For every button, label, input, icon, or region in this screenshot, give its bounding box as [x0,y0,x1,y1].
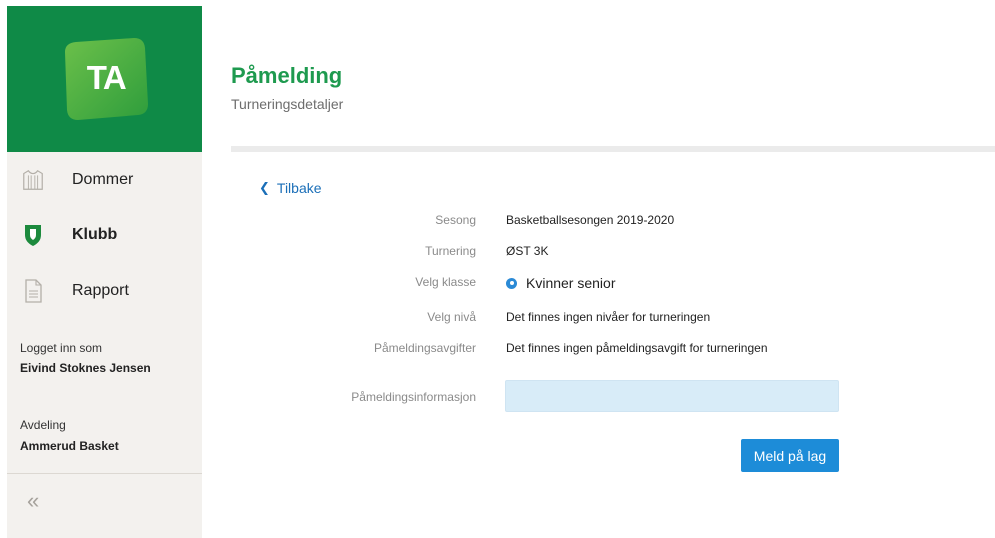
logo-text: TA [86,59,127,96]
sidebar-item-dommer[interactable]: Dommer [7,160,202,200]
department-label: Avdeling [20,418,66,432]
chevron-left-icon: ❮ [259,180,270,195]
shield-icon [21,222,45,248]
season-value: Basketballsesongen 2019-2020 [506,213,675,227]
logo[interactable]: TA [62,34,150,122]
page-title: Påmelding [231,63,343,88]
class-radio-option[interactable]: Kvinner senior [506,275,616,291]
document-icon [21,278,45,304]
title-divider [231,146,995,152]
back-link-label: Tilbake [276,180,322,196]
class-option-label: Kvinner senior [526,275,616,291]
info-label: Påmeldingsinformasjon [351,390,476,404]
season-label: Sesong [435,213,476,227]
sidebar: TA Dommer Klubb Rapport Logget inn som E… [7,6,202,538]
register-team-button[interactable]: Meld på lag [741,439,839,472]
sidebar-divider [7,473,202,474]
level-value: Det finnes ingen nivåer for turneringen [506,310,711,324]
sidebar-item-label: Rapport [72,282,129,299]
logged-in-user: Eivind Stoknes Jensen [20,361,151,375]
brand-header: TA [7,6,202,152]
collapse-sidebar-icon[interactable]: « [27,489,39,513]
fee-label: Påmeldingsavgifter [373,341,476,355]
logged-in-label: Logget inn som [20,341,103,355]
radio-selected-icon[interactable] [506,277,517,289]
sidebar-item-label: Klubb [72,226,118,243]
class-label: Velg klasse [415,275,476,289]
page-subtitle: Turneringsdetaljer [231,96,344,112]
jersey-icon [21,167,45,193]
level-label: Velg nivå [427,310,476,324]
tournament-value: ØST 3K [506,244,549,258]
fee-value: Det finnes ingen påmeldingsavgift for tu… [506,341,768,355]
tournament-label: Turnering [425,244,476,258]
sidebar-item-klubb[interactable]: Klubb [7,215,202,255]
sidebar-item-rapport[interactable]: Rapport [7,271,202,311]
sidebar-item-label: Dommer [72,171,134,188]
department-value: Ammerud Basket [20,439,119,453]
back-link[interactable]: ❮ Tilbake [259,180,322,196]
registration-info-input[interactable] [505,380,839,412]
